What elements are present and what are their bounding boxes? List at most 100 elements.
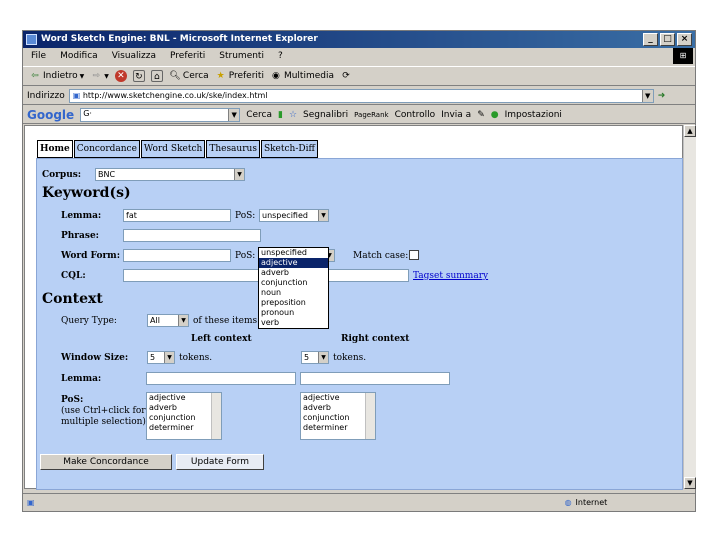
wordform-pos-label: PoS: bbox=[235, 251, 256, 261]
left-window-select[interactable]: 5 ▼ bbox=[147, 351, 175, 364]
pos-label: PoS: bbox=[235, 211, 256, 221]
lemma-input[interactable]: fat bbox=[123, 209, 231, 222]
window-size-label: Window Size: bbox=[61, 353, 129, 363]
refresh-icon[interactable]: ↻ bbox=[132, 70, 145, 82]
tab-thesaurus[interactable]: Thesaurus bbox=[206, 140, 260, 158]
pagerank-icon[interactable]: ▮ bbox=[278, 110, 283, 120]
match-case-label: Match case: bbox=[353, 251, 409, 261]
menu-help[interactable]: ? bbox=[278, 48, 283, 65]
query-form: Corpus: BNC ▼ Keyword(s) Lemma: fat PoS: … bbox=[36, 158, 683, 490]
corpus-label: Corpus: bbox=[42, 170, 82, 180]
menu-favorites[interactable]: Preferiti bbox=[170, 48, 205, 65]
close-button[interactable]: × bbox=[677, 33, 692, 46]
menu-tools[interactable]: Strumenti bbox=[219, 48, 264, 65]
bookmarks-button[interactable]: Segnalibri bbox=[303, 110, 348, 120]
forward-button[interactable]: ⇨ ▼ bbox=[90, 70, 109, 82]
google-search-value: G· bbox=[83, 108, 92, 118]
chevron-down-icon: ▼ bbox=[164, 352, 174, 363]
pagerank-button[interactable]: PageRank bbox=[354, 111, 388, 119]
phrase-input[interactable] bbox=[123, 229, 261, 242]
stop-icon[interactable]: ✕ bbox=[114, 70, 127, 82]
left-lemma-input[interactable] bbox=[146, 372, 296, 385]
right-window-select[interactable]: 5 ▼ bbox=[301, 351, 329, 364]
google-toolbar: Google G· ▼ Cerca ▮ ☆ Segnalibri PageRank… bbox=[23, 106, 695, 124]
listbox-scrollbar[interactable] bbox=[211, 393, 221, 439]
right-lemma-input[interactable] bbox=[300, 372, 450, 385]
pos-value: unspecified bbox=[262, 211, 308, 220]
chevron-down-icon[interactable]: ▼ bbox=[641, 89, 653, 102]
history-icon[interactable]: ⟳ bbox=[340, 70, 352, 82]
chevron-down-icon: ▼ bbox=[79, 72, 85, 80]
keywords-heading: Keyword(s) bbox=[42, 185, 131, 201]
make-concordance-button[interactable]: Make Concordance bbox=[40, 454, 172, 470]
settings-icon: ● bbox=[490, 109, 499, 120]
favorites-button[interactable]: ★ Preferiti bbox=[215, 70, 264, 82]
chevron-down-icon[interactable]: ▼ bbox=[228, 108, 240, 121]
phrase-label: Phrase: bbox=[61, 231, 99, 241]
tab-word-sketch[interactable]: Word Sketch bbox=[140, 140, 206, 158]
send-button[interactable]: Invia a bbox=[441, 110, 471, 120]
pos-option-selected[interactable]: adjective bbox=[259, 258, 328, 268]
zone-label: Internet bbox=[575, 498, 608, 507]
windows-logo-icon: ⊞ bbox=[673, 48, 693, 64]
tab-concordance[interactable]: Concordance bbox=[73, 140, 140, 158]
pos-option[interactable]: conjunction bbox=[259, 278, 328, 288]
minimize-button[interactable]: _ bbox=[643, 33, 658, 46]
favorites-icon: ★ bbox=[216, 71, 225, 81]
google-search-button[interactable]: Cerca bbox=[246, 110, 272, 120]
tagset-summary-link[interactable]: Tagset summary bbox=[413, 271, 488, 281]
address-input[interactable]: ▣ http://www.sketchengine.co.uk/ske/inde… bbox=[68, 88, 654, 103]
context-lemma-label: Lemma: bbox=[61, 374, 102, 384]
pos-option[interactable]: verb bbox=[259, 318, 328, 328]
tab-sketch-diff[interactable]: Sketch-Diff bbox=[260, 140, 318, 158]
menu-edit[interactable]: Modifica bbox=[60, 48, 98, 65]
title-bar: Word Sketch Engine: BNL - Microsoft Inte… bbox=[23, 31, 695, 48]
pos-option[interactable]: unspecified bbox=[259, 248, 328, 258]
google-logo: Google bbox=[27, 107, 75, 122]
status-bar: ▣ ◍ Internet bbox=[23, 493, 695, 511]
settings-button[interactable]: Impostazioni bbox=[505, 110, 562, 120]
context-pos-label: PoS: bbox=[61, 395, 84, 405]
query-type-select[interactable]: All ▼ bbox=[147, 314, 189, 327]
go-icon[interactable]: ➜ bbox=[658, 91, 666, 101]
ie-icon bbox=[26, 34, 37, 45]
corpus-select[interactable]: BNC ▼ bbox=[95, 168, 245, 181]
right-pos-listbox[interactable]: adjective adverb conjunction determiner bbox=[300, 392, 376, 440]
left-pos-listbox[interactable]: adjective adverb conjunction determiner bbox=[146, 392, 222, 440]
window-title: Word Sketch Engine: BNL - Microsoft Inte… bbox=[41, 34, 318, 44]
multimedia-button[interactable]: ◉ Multimedia bbox=[270, 70, 334, 82]
bookmark-star-icon[interactable]: ☆ bbox=[289, 110, 297, 120]
match-case-checkbox[interactable] bbox=[409, 250, 419, 260]
pos-dropdown-list[interactable]: unspecified adjective adverb conjunction… bbox=[258, 247, 329, 329]
pos-select[interactable]: unspecified ▼ bbox=[259, 209, 329, 222]
back-arrow-icon: ⇦ bbox=[31, 71, 39, 81]
query-type-label: Query Type: bbox=[61, 316, 117, 326]
spellcheck-button[interactable]: Controllo bbox=[395, 110, 436, 120]
pos-option[interactable]: preposition bbox=[259, 298, 328, 308]
scroll-down-icon[interactable]: ▼ bbox=[684, 477, 696, 489]
address-bar: Indirizzo ▣ http://www.sketchengine.co.u… bbox=[23, 87, 695, 105]
menu-file[interactable]: File bbox=[31, 48, 46, 65]
google-search-input[interactable]: G· ▼ bbox=[80, 107, 241, 122]
update-form-button[interactable]: Update Form bbox=[176, 454, 264, 470]
pencil-icon[interactable]: ✎ bbox=[477, 110, 485, 120]
home-icon[interactable]: ⌂ bbox=[150, 70, 163, 82]
pos-option[interactable]: noun bbox=[259, 288, 328, 298]
chevron-down-icon: ▼ bbox=[318, 352, 328, 363]
maximize-button[interactable]: □ bbox=[660, 33, 675, 46]
search-button[interactable]: 🔍︎ Cerca bbox=[169, 70, 209, 82]
back-button[interactable]: ⇦ Indietro ▼ bbox=[29, 70, 84, 82]
right-window-value: 5 bbox=[304, 353, 310, 362]
tab-home[interactable]: Home bbox=[37, 140, 73, 158]
lemma-label: Lemma: bbox=[61, 211, 102, 221]
page-scrollbar[interactable]: ▲ ▼ bbox=[683, 125, 696, 489]
listbox-scrollbar[interactable] bbox=[365, 393, 375, 439]
menu-view[interactable]: Visualizza bbox=[112, 48, 156, 65]
chevron-down-icon: ▼ bbox=[234, 169, 244, 180]
left-context-heading: Left context bbox=[191, 334, 252, 344]
pos-option[interactable]: adverb bbox=[259, 268, 328, 278]
wordform-input[interactable] bbox=[123, 249, 231, 262]
pos-option[interactable]: pronoun bbox=[259, 308, 328, 318]
scroll-up-icon[interactable]: ▲ bbox=[684, 125, 696, 137]
wordform-label: Word Form: bbox=[61, 251, 121, 261]
